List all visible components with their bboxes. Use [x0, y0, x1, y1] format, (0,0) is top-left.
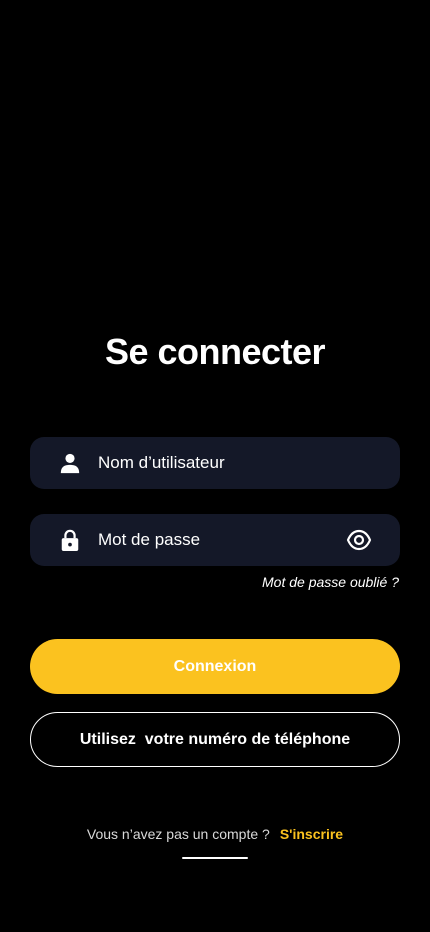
- username-field[interactable]: [30, 437, 400, 489]
- eye-icon[interactable]: [346, 529, 372, 551]
- password-input[interactable]: [98, 514, 338, 566]
- signup-link[interactable]: S'inscrire: [280, 826, 343, 842]
- signup-row: Vous n’avez pas un compte ? S'inscrire: [0, 826, 430, 842]
- phone-login-button[interactable]: Utilisez votre numéro de téléphone: [30, 712, 400, 767]
- login-button[interactable]: Connexion: [30, 639, 400, 694]
- password-field[interactable]: [30, 514, 400, 566]
- forgot-password-link[interactable]: Mot de passe oublié ?: [262, 574, 399, 590]
- signup-prompt: Vous n’avez pas un compte ?: [86, 826, 270, 842]
- lock-icon: [61, 529, 79, 551]
- user-icon: [60, 453, 80, 474]
- page-title: Se connecter: [104, 331, 326, 372]
- username-input[interactable]: [98, 437, 338, 489]
- home-indicator: [182, 857, 248, 859]
